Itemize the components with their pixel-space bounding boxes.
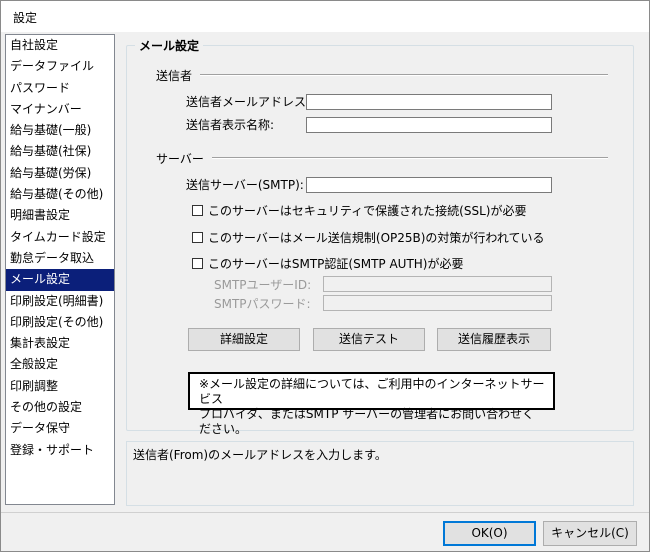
nav-item[interactable]: 明細書設定 bbox=[6, 205, 114, 226]
nav-item[interactable]: データ保守 bbox=[6, 418, 114, 439]
notice-line-1: ※メール設定の詳細については、ご利用中のインターネットサービス bbox=[199, 377, 545, 406]
ssl-checkbox-label: このサーバーはセキュリティで保護された接続(SSL)が必要 bbox=[208, 204, 527, 218]
mail-settings-title: メール設定 bbox=[135, 37, 204, 54]
nav-item[interactable]: 印刷調整 bbox=[6, 376, 114, 397]
nav-item[interactable]: 勤怠データ取込 bbox=[6, 248, 114, 269]
smtp-auth-checkbox[interactable] bbox=[192, 258, 203, 269]
sender-section-label: 送信者 bbox=[156, 67, 201, 84]
smtp-user-input[interactable] bbox=[323, 276, 552, 292]
ssl-checkbox-row[interactable]: このサーバーはセキュリティで保護された接続(SSL)が必要 bbox=[192, 202, 526, 219]
smtp-password-label: SMTPパスワード: bbox=[214, 297, 311, 311]
sender-divider bbox=[197, 74, 608, 76]
nav-item[interactable]: マイナンバー bbox=[6, 99, 114, 120]
smtp-auth-checkbox-row[interactable]: このサーバーはSMTP認証(SMTP AUTH)が必要 bbox=[192, 255, 463, 272]
server-section-label: サーバー bbox=[156, 150, 212, 167]
server-divider bbox=[209, 157, 608, 159]
help-pane: 送信者(From)のメールアドレスを入力します。 bbox=[126, 441, 634, 506]
nav-item[interactable]: 自社設定 bbox=[6, 35, 114, 56]
detail-settings-button[interactable]: 詳細設定 bbox=[188, 328, 300, 351]
nav-item[interactable]: その他の設定 bbox=[6, 397, 114, 418]
cancel-button[interactable]: キャンセル(C) bbox=[543, 521, 637, 546]
send-history-button[interactable]: 送信履歴表示 bbox=[437, 328, 551, 351]
nav-item[interactable]: 給与基礎(一般) bbox=[6, 120, 114, 141]
nav-item[interactable]: 給与基礎(その他) bbox=[6, 184, 114, 205]
nav-item[interactable]: 給与基礎(労保) bbox=[6, 163, 114, 184]
settings-window: 設定 自社設定 データファイル パスワード マイナンバー 給与基礎(一般) 給与… bbox=[0, 0, 650, 552]
window-title: 設定 bbox=[13, 11, 38, 25]
nav-item-mail-settings[interactable]: メール設定 bbox=[6, 269, 114, 291]
nav-item[interactable]: パスワード bbox=[6, 78, 114, 99]
sender-address-input[interactable] bbox=[306, 94, 552, 110]
title-bar: 設定 bbox=[1, 1, 649, 32]
smtp-user-label: SMTPユーザーID: bbox=[214, 278, 312, 292]
op25b-checkbox-row[interactable]: このサーバーはメール送信規制(OP25B)の対策が行われている bbox=[192, 229, 544, 246]
smtp-server-label: 送信サーバー(SMTP): bbox=[186, 178, 304, 192]
nav-item[interactable]: 印刷設定(その他) bbox=[6, 312, 114, 333]
notice-line-2: プロバイダ、またはSMTP サーバーの管理者にお問い合わせください。 bbox=[199, 407, 535, 436]
nav-item[interactable]: 登録・サポート bbox=[6, 440, 114, 461]
smtp-server-input[interactable] bbox=[306, 177, 552, 193]
mail-notice-box: ※メール設定の詳細については、ご利用中のインターネットサービス プロバイダ、また… bbox=[188, 372, 555, 436]
help-text: 送信者(From)のメールアドレスを入力します。 bbox=[133, 448, 387, 462]
sender-name-label: 送信者表示名称: bbox=[186, 118, 275, 132]
smtp-auth-checkbox-label: このサーバーはSMTP認証(SMTP AUTH)が必要 bbox=[208, 257, 464, 271]
sender-name-input[interactable] bbox=[306, 117, 552, 133]
footer-divider bbox=[1, 512, 649, 513]
op25b-checkbox[interactable] bbox=[192, 232, 203, 243]
ssl-checkbox[interactable] bbox=[192, 205, 203, 216]
nav-item[interactable]: 全般設定 bbox=[6, 354, 114, 375]
nav-item[interactable]: タイムカード設定 bbox=[6, 227, 114, 248]
send-test-button[interactable]: 送信テスト bbox=[313, 328, 425, 351]
smtp-password-input[interactable] bbox=[323, 295, 552, 311]
settings-category-list[interactable]: 自社設定 データファイル パスワード マイナンバー 給与基礎(一般) 給与基礎(… bbox=[5, 34, 115, 505]
op25b-checkbox-label: このサーバーはメール送信規制(OP25B)の対策が行われている bbox=[208, 231, 545, 245]
nav-item[interactable]: データファイル bbox=[6, 56, 114, 77]
nav-item[interactable]: 集計表設定 bbox=[6, 333, 114, 354]
ok-button[interactable]: OK(O) bbox=[443, 521, 536, 546]
nav-item[interactable]: 給与基礎(社保) bbox=[6, 141, 114, 162]
sender-address-label: 送信者メールアドレス: bbox=[186, 95, 311, 109]
nav-item[interactable]: 印刷設定(明細書) bbox=[6, 291, 114, 312]
